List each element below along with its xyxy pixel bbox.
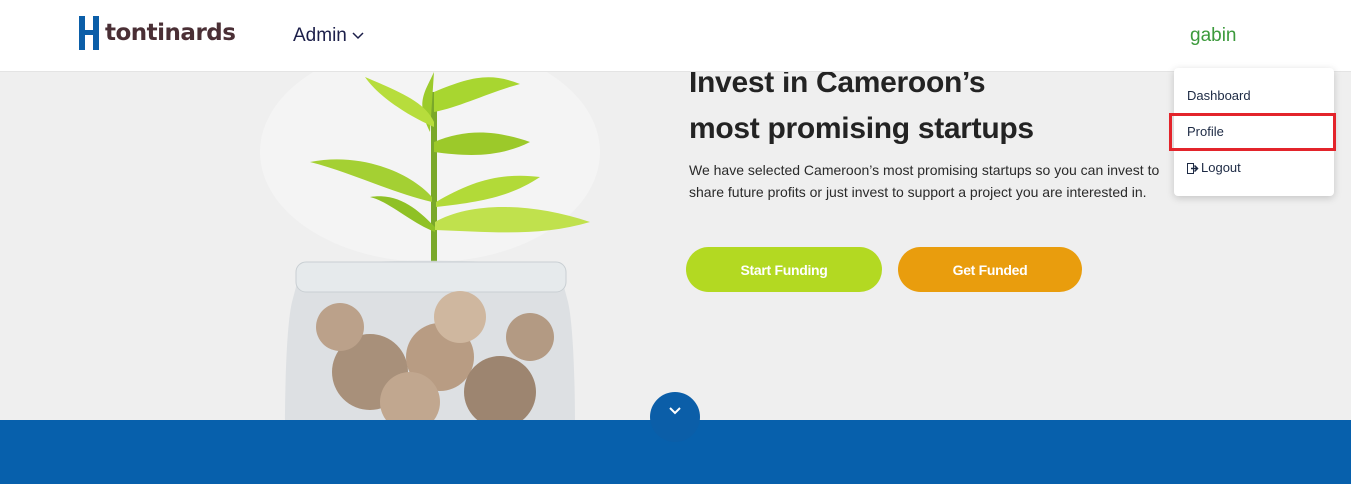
hero-description: We have selected Cameroon’s most promisi…	[689, 162, 1160, 200]
start-funding-button[interactable]: Start Funding	[686, 247, 882, 292]
menu-item-profile[interactable]: Profile	[1169, 113, 1336, 151]
admin-menu-label: Admin	[293, 25, 347, 46]
menu-item-label: Logout	[1201, 160, 1241, 175]
brand-logo[interactable]: tontinards	[79, 16, 236, 50]
menu-item-logout[interactable]: Logout	[1174, 150, 1334, 186]
user-dropdown-menu: Dashboard Profile Logout	[1169, 68, 1336, 196]
hero-title: Invest in Cameroon’s most promising star…	[689, 60, 1169, 152]
brand-name: tontinards	[105, 20, 236, 46]
hero-title-line-2: most promising startups	[689, 112, 1034, 145]
menu-item-dashboard[interactable]: Dashboard	[1174, 78, 1334, 114]
menu-item-label: Dashboard	[1187, 88, 1251, 103]
scroll-down-button[interactable]	[650, 392, 700, 442]
plant-coin-jar-image	[260, 72, 600, 420]
logout-icon	[1187, 162, 1199, 174]
chevron-down-icon	[669, 407, 681, 415]
header: tontinards Admin gabin	[0, 0, 1351, 72]
admin-menu[interactable]: Admin	[293, 25, 364, 47]
get-funded-button[interactable]: Get Funded	[898, 247, 1082, 292]
menu-item-label: Profile	[1187, 124, 1224, 139]
chevron-down-icon	[352, 32, 364, 40]
user-menu-toggle[interactable]: gabin	[1190, 25, 1237, 47]
page: tontinards Admin gabin Invest in Cameroo…	[0, 0, 1351, 484]
logo-icon	[79, 16, 99, 50]
